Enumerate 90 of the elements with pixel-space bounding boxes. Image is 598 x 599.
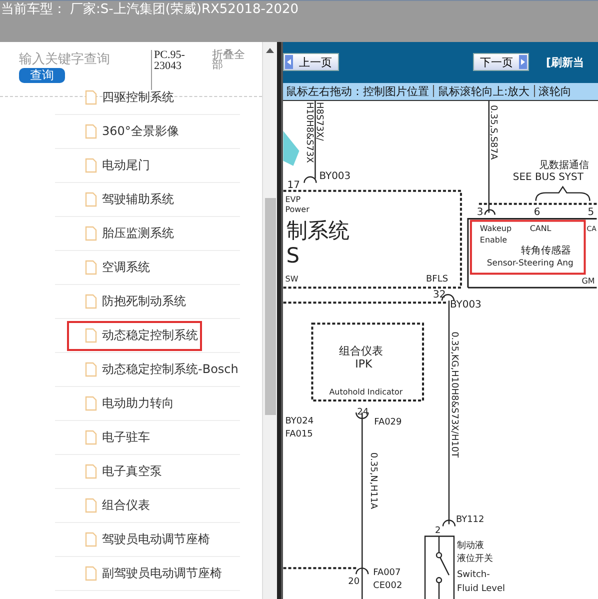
- bus-brace: [535, 186, 590, 201]
- diagram-label: H8S73X/: [314, 102, 324, 141]
- arrow-right-icon: [519, 55, 527, 70]
- tree-item[interactable]: 电动助力转向: [67, 388, 178, 418]
- diagram-label: 制动液: [456, 541, 484, 552]
- diagram-label: 20: [348, 577, 360, 588]
- document-icon: [85, 294, 97, 309]
- tree-item[interactable]: 360°全景影像: [67, 116, 183, 146]
- diagram-label: Fluid Level: [456, 584, 506, 594]
- diagram-label: Switch-: [456, 570, 490, 580]
- hint-text: 鼠标滚轮向上:放大: [438, 84, 530, 99]
- diagram-label: CE002: [373, 581, 402, 592]
- diagram-label: S: [286, 244, 300, 268]
- diagram-label: 24: [357, 407, 369, 418]
- diagram-label: BFLS: [426, 274, 448, 285]
- document-icon: [85, 498, 97, 513]
- next-page-button[interactable]: 下一页: [473, 53, 529, 72]
- document-icon: [85, 192, 97, 207]
- diagram-label: 制系统: [286, 218, 350, 243]
- hint-text: 滚轮向: [538, 84, 572, 99]
- document-icon: [85, 260, 97, 275]
- diagram-label: Wakeup: [480, 224, 512, 233]
- tree-item[interactable]: 防抱死制动系统: [67, 286, 190, 316]
- switch-symbol: [424, 536, 455, 599]
- diagram-label: SEE BUS SYST: [512, 172, 584, 183]
- diagram-label: Autohold Indicator: [329, 387, 403, 396]
- model-label: 当前车型：: [1, 1, 66, 19]
- document-icon: [85, 566, 97, 581]
- diagram-label: 3: [476, 206, 484, 218]
- document-icon: [85, 362, 97, 377]
- tree-item[interactable]: 胎压监测系统: [67, 218, 178, 248]
- tree-item[interactable]: 动态稳定控制系统: [67, 320, 202, 350]
- refresh-link[interactable]: [刷新当: [546, 54, 584, 70]
- search-button[interactable]: 查询: [19, 68, 65, 83]
- scrollbar-thumb[interactable]: [265, 198, 276, 415]
- diagram-label: SW: [285, 274, 298, 284]
- diagram-label: H10H8&S73X: [304, 102, 314, 163]
- search-field[interactable]: 输入关键字查询: [19, 50, 139, 68]
- diagram-label: Power: [285, 204, 310, 214]
- diagram-fragment-shape: [283, 130, 300, 166]
- diagram-label: BY024: [285, 416, 314, 426]
- document-icon: [85, 90, 97, 105]
- diagram-label: Sensor-Steering Ang: [486, 258, 574, 268]
- tree-item[interactable]: 电子驻车: [67, 422, 154, 452]
- diagram-label: 6: [534, 206, 540, 218]
- diagram-label: 0.35,S,S87A: [488, 104, 498, 160]
- document-icon: [85, 430, 97, 445]
- tree-item[interactable]: 动态稳定控制系统-Bosch: [67, 354, 242, 384]
- diagram-label: FA015: [285, 429, 313, 440]
- tree-item[interactable]: 空调系统: [67, 252, 154, 282]
- diagram-label: 转角传感器: [520, 246, 571, 257]
- document-icon: [85, 328, 97, 343]
- diagram-label: FA007: [373, 568, 401, 578]
- document-icon: [85, 532, 97, 547]
- diagram-label: 见数据通信: [538, 160, 589, 171]
- diagram-label: 2: [435, 526, 441, 536]
- document-icon: [85, 158, 97, 173]
- diagram-label: Enable: [480, 236, 508, 245]
- diagram-label: BY112: [456, 515, 484, 526]
- previous-page-button[interactable]: 上一页: [283, 53, 339, 72]
- diagram-label: BY003: [450, 300, 482, 311]
- diagram-label: BY003: [319, 170, 351, 182]
- diagram-label: CANL: [530, 224, 552, 233]
- diagram-label: FA029: [374, 417, 402, 428]
- diagram-label: 0.35,N,H11A: [368, 452, 378, 509]
- document-icon: [85, 396, 97, 411]
- arrow-left-icon: [285, 55, 293, 70]
- tree-item[interactable]: 驾驶员电动调节座椅: [67, 524, 214, 554]
- model-name: 厂家:S-上汽集团(荣威)RX52018-2020: [70, 1, 299, 19]
- document-icon: [85, 464, 97, 479]
- diagram-label: 组合仪表: [339, 344, 384, 358]
- tree-item[interactable]: 副驾驶员电动调节座椅: [67, 558, 226, 588]
- diagram-label: EVP: [285, 194, 301, 204]
- diagram-label: 5: [588, 206, 594, 218]
- tree-item[interactable]: 电子真空泵: [67, 456, 166, 486]
- tree-item[interactable]: 组合仪表: [67, 490, 154, 520]
- document-icon: [85, 124, 97, 139]
- tree-item[interactable]: 电动尾门: [67, 150, 154, 180]
- diagram-label: GM: [582, 276, 595, 286]
- collapse-all-link[interactable]: 折叠全部: [212, 50, 250, 96]
- diagram-label: IPK: [355, 357, 372, 370]
- hint-text: 鼠标左右拖动：控制图片位置: [286, 84, 429, 99]
- document-icon: [85, 226, 97, 241]
- diagram-label: 32: [433, 290, 446, 301]
- diagram-label: 17: [287, 180, 300, 191]
- diagram-label: 0.35,KG,H10H8&S73X/H10T: [448, 331, 459, 458]
- document-code: PC.95-23043: [151, 50, 198, 90]
- scroll-up-icon[interactable]: [266, 48, 274, 53]
- diagram-label: 液位开关: [456, 554, 493, 564]
- tree-item[interactable]: 驾驶辅助系统: [67, 184, 178, 214]
